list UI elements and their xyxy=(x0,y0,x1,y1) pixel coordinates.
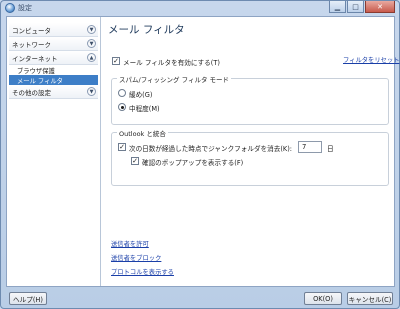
sidebar-item-network[interactable]: ネットワーク ▼ xyxy=(9,37,98,51)
close-button[interactable]: ✕ xyxy=(365,1,395,13)
mode-medium-radio[interactable] xyxy=(118,103,126,111)
enable-mail-filter-checkbox[interactable]: ✓ xyxy=(112,57,120,65)
chevron-up-icon[interactable]: ▲ xyxy=(87,53,96,62)
app-icon xyxy=(5,3,15,13)
show-popup-label[interactable]: 確認のポップアップを表示する(F) xyxy=(142,157,243,167)
window-title: 設定 xyxy=(18,4,32,12)
dialog-body: コンピュータ ▼ ネットワーク ▼ インターネット ▲ ブラウザ保護 メール フ… xyxy=(6,16,400,287)
reset-filter-link[interactable]: フィルタをリセット xyxy=(343,55,400,64)
sidebar-item-mail-filter[interactable]: メール フィルタ xyxy=(9,75,98,85)
sidebar-item-other-settings[interactable]: その他の設定 ▼ xyxy=(9,85,98,99)
delete-junk-checkbox[interactable]: ✓ xyxy=(118,143,126,151)
page-title: メール フィルタ xyxy=(108,24,185,36)
minimize-icon: ▁ xyxy=(334,2,341,11)
title-bar: 設定 ▁ □ ✕ xyxy=(1,1,399,15)
mode-loose-label[interactable]: 緩め(G) xyxy=(129,89,152,99)
days-unit-label: 日 xyxy=(327,145,334,153)
maximize-button[interactable]: □ xyxy=(347,1,364,13)
close-icon: ✕ xyxy=(377,2,383,11)
help-button[interactable]: ヘルプ(H) xyxy=(9,292,47,305)
days-input[interactable]: 7 xyxy=(298,141,322,153)
filter-mode-group: スパム/フィッシング フィルタ モード 緩め(G) 中程度(M) xyxy=(111,74,389,125)
sidebar: コンピュータ ▼ ネットワーク ▼ インターネット ▲ ブラウザ保護 メール フ… xyxy=(7,17,101,286)
outlook-integration-group: Outlook と統合 ✓ 次の日数が経過した時点でジャンクフォルダを消去(K)… xyxy=(111,128,389,186)
sidebar-item-label: ネットワーク xyxy=(12,40,51,49)
mode-loose-radio[interactable] xyxy=(118,89,126,97)
chevron-down-icon[interactable]: ▼ xyxy=(87,87,96,96)
allow-sender-link[interactable]: 送信者を許可 xyxy=(111,239,149,248)
main-panel: メール フィルタ ✓ メール フィルタを有効にする(T) フィルタをリセット ス… xyxy=(105,17,400,286)
ok-button[interactable]: OK(O) xyxy=(304,292,342,305)
sidebar-item-computer[interactable]: コンピュータ ▼ xyxy=(9,23,98,37)
sidebar-subitem-label: メール フィルタ xyxy=(17,77,63,85)
sidebar-item-label: コンピュータ xyxy=(12,26,51,35)
maximize-icon: □ xyxy=(352,2,359,11)
show-protocol-link[interactable]: プロトコルを表示する xyxy=(111,267,174,276)
enable-mail-filter-label[interactable]: メール フィルタを有効にする(T) xyxy=(123,57,220,67)
sidebar-subitem-label: ブラウザ保護 xyxy=(17,67,55,75)
caption-buttons: ▁ □ ✕ xyxy=(329,1,395,13)
filter-mode-group-title: スパム/フィッシング フィルタ モード xyxy=(117,74,232,84)
outlook-group-title: Outlook と統合 xyxy=(117,128,168,138)
chevron-down-icon[interactable]: ▼ xyxy=(87,25,96,34)
chevron-down-icon[interactable]: ▼ xyxy=(87,39,96,48)
block-sender-link[interactable]: 送信者をブロック xyxy=(111,253,161,262)
sidebar-item-label: インターネット xyxy=(12,54,58,63)
settings-window: 設定 ▁ □ ✕ コンピュータ ▼ ネットワーク ▼ インターネット ▲ ブラウ… xyxy=(0,0,400,309)
sidebar-item-browser-protection[interactable]: ブラウザ保護 xyxy=(9,65,98,75)
delete-junk-label[interactable]: 次の日数が経過した時点でジャンクフォルダを消去(K): xyxy=(129,143,292,153)
cancel-button[interactable]: キャンセル(C) xyxy=(347,292,393,305)
show-popup-checkbox[interactable]: ✓ xyxy=(131,157,139,165)
sidebar-item-label: その他の設定 xyxy=(12,88,51,97)
mode-medium-label[interactable]: 中程度(M) xyxy=(129,103,160,113)
minimize-button[interactable]: ▁ xyxy=(329,1,346,13)
sidebar-item-internet[interactable]: インターネット ▲ xyxy=(9,51,98,65)
